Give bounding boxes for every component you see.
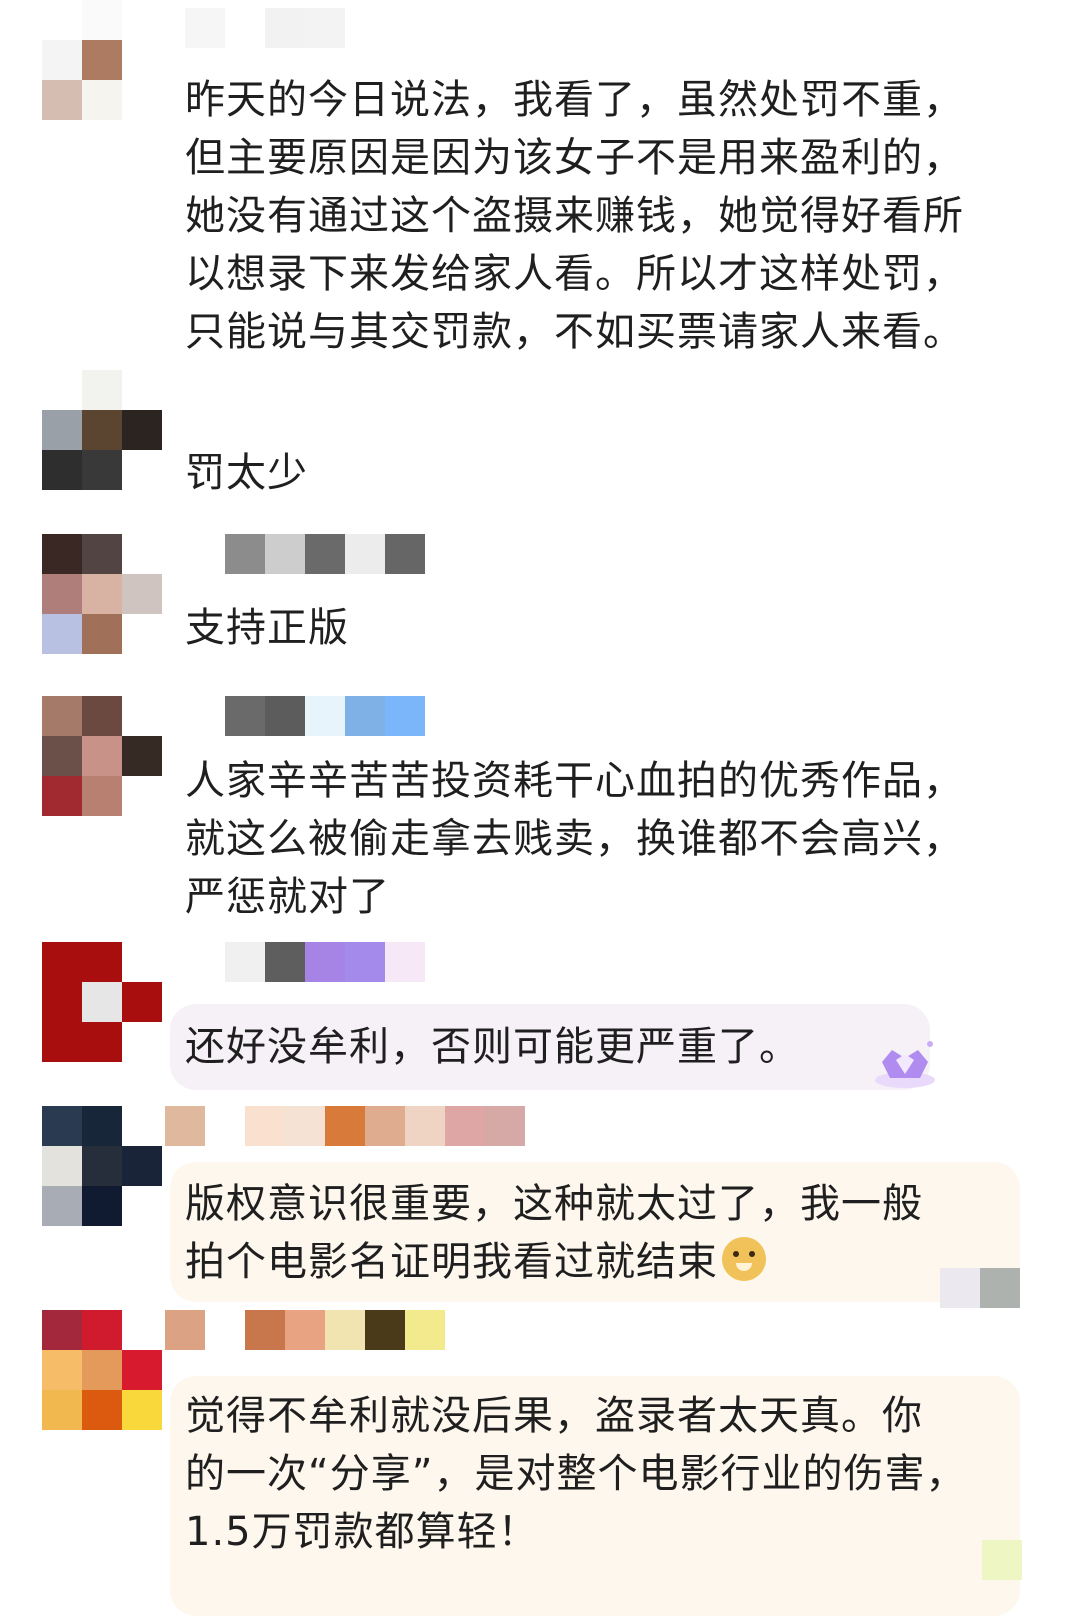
username[interactable] (185, 8, 345, 48)
avatar[interactable] (42, 696, 162, 816)
avatar[interactable] (42, 942, 162, 1062)
sticker-thumbnail[interactable] (982, 1540, 1022, 1580)
avatar[interactable] (42, 1310, 162, 1430)
avatar[interactable] (42, 534, 162, 654)
username[interactable] (185, 942, 425, 982)
username[interactable] (185, 696, 425, 736)
username[interactable] (185, 534, 425, 574)
purple-crown-badge-icon (872, 1038, 938, 1090)
comment-text: 觉得不牟利就没后果，盗录者太天真。你 的一次“分享”，是对整个电影行业的伤害， … (185, 1393, 967, 1555)
avatar[interactable] (42, 370, 162, 490)
comment-text: 还好没牟利，否则可能更严重了。 (185, 1024, 800, 1070)
username[interactable] (165, 1106, 525, 1146)
comment-text: 版权意识很重要，这种就太过了，我一般 拍个电影名证明我看过就结束 (185, 1175, 923, 1291)
comment-text: 人家辛辛苦苦投资耗干心血拍的优秀作品， 就这么被偷走拿去贱卖，换谁都不会高兴， … (185, 758, 964, 920)
sticker-thumbnail[interactable] (940, 1268, 1020, 1308)
comment-text: 罚太少 (185, 450, 308, 496)
avatar[interactable] (42, 1106, 162, 1226)
comment-text: 昨天的今日说法，我看了，虽然处罚不重， 但主要原因是因为该女子不是用来盈利的， … (185, 77, 964, 355)
doge-emoji-icon (722, 1237, 766, 1281)
username[interactable] (165, 1310, 445, 1350)
comment-text: 支持正版 (185, 605, 349, 651)
avatar[interactable] (42, 0, 162, 120)
comment-text-line: 版权意识很重要，这种就太过了，我一般 拍个电影名证明我看过就结束 (185, 1181, 923, 1285)
